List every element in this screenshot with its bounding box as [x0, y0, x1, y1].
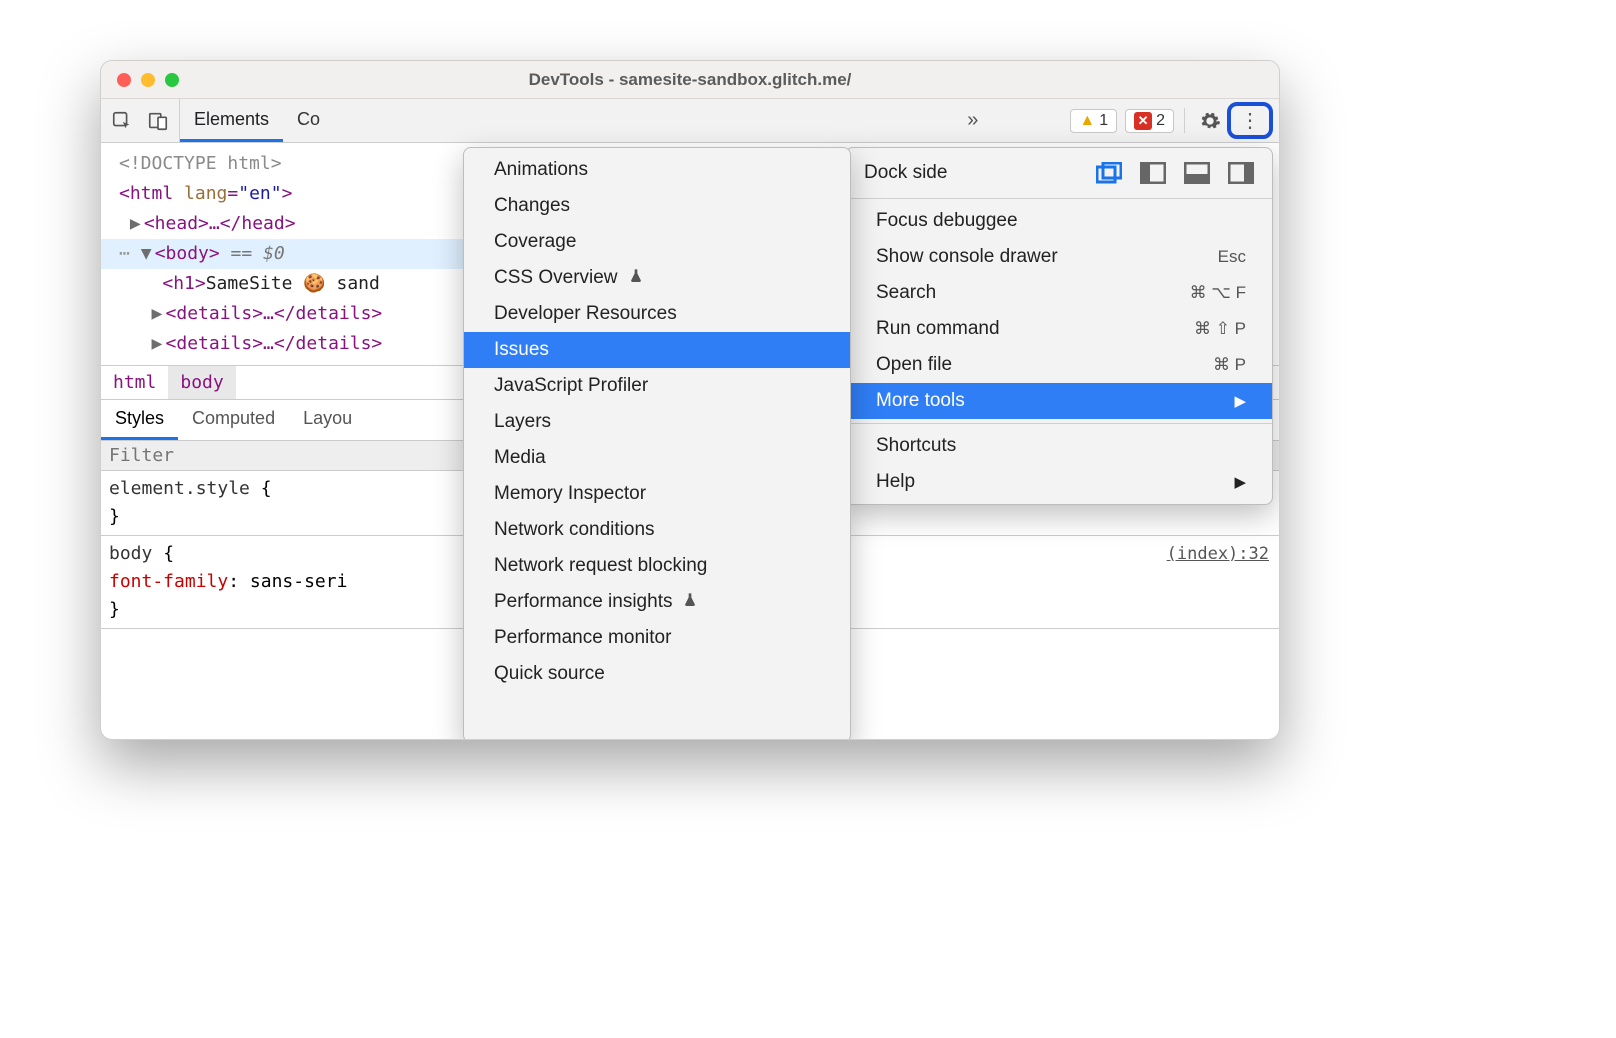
tab-layout-truncated[interactable]: Layou	[289, 400, 366, 440]
menu-item-shortcuts[interactable]: Shortcuts	[846, 428, 1272, 464]
submenu-item-animations[interactable]: Animations	[464, 152, 850, 188]
more-tools-submenu: Animations Changes Coverage CSS Overview Dev…	[463, 147, 851, 740]
main-menu-popup: Dock side Focus debuggee Show console dra…	[845, 147, 1273, 505]
crumb-body[interactable]: body	[168, 366, 235, 399]
menu-shortcut: ⌘ ⌥ F	[1190, 283, 1246, 303]
dock-bottom-icon[interactable]	[1184, 162, 1210, 184]
devtools-window: DevTools - samesite-sandbox.glitch.me/ E…	[100, 60, 1280, 740]
menu-item-show-console-drawer[interactable]: Show console drawer Esc	[846, 239, 1272, 275]
submenu-item-memory-inspector[interactable]: Memory Inspector	[464, 476, 850, 512]
tab-styles[interactable]: Styles	[101, 400, 178, 440]
error-icon: ✕	[1134, 112, 1152, 130]
submenu-item-label: Quick source	[494, 663, 605, 685]
kebab-menu-icon[interactable]: ⋮	[1235, 108, 1265, 133]
submenu-item-label: Network conditions	[494, 519, 655, 541]
submenu-item-label: CSS Overview	[494, 267, 618, 289]
menu-item-run-command[interactable]: Run command ⌘ ⇧ P	[846, 311, 1272, 347]
menu-item-label: More tools	[876, 390, 965, 412]
traffic-lights	[101, 73, 179, 87]
dock-undock-icon[interactable]	[1096, 162, 1122, 184]
warning-icon: ▲	[1079, 112, 1095, 130]
submenu-arrow-icon: ▶	[1234, 392, 1246, 410]
tab-elements[interactable]: Elements	[180, 99, 283, 142]
menu-item-more-tools[interactable]: More tools ▶	[846, 383, 1272, 419]
menu-shortcut: ⌘ P	[1213, 355, 1246, 375]
flask-icon	[628, 268, 644, 289]
tab-console-truncated[interactable]: Co	[283, 99, 334, 142]
submenu-item-label: Layers	[494, 411, 551, 433]
close-window-button[interactable]	[117, 73, 131, 87]
submenu-item-label: Performance insights	[494, 591, 672, 613]
flask-icon	[682, 592, 698, 613]
crumb-html[interactable]: html	[101, 366, 168, 399]
tab-computed[interactable]: Computed	[178, 400, 289, 440]
submenu-item-label: Developer Resources	[494, 303, 677, 325]
submenu-item-label: JavaScript Profiler	[494, 375, 648, 397]
submenu-item-label: Performance monitor	[494, 627, 671, 649]
titlebar: DevTools - samesite-sandbox.glitch.me/	[101, 61, 1279, 99]
submenu-item-issues[interactable]: Issues	[464, 332, 850, 368]
menu-item-label: Run command	[876, 318, 1000, 340]
device-toggle-icon[interactable]	[147, 110, 169, 132]
panel-tabs: Elements Co	[180, 99, 334, 142]
menu-shortcut: ⌘ ⇧ P	[1194, 319, 1246, 339]
submenu-item-network-conditions[interactable]: Network conditions	[464, 512, 850, 548]
submenu-item-javascript-profiler[interactable]: JavaScript Profiler	[464, 368, 850, 404]
window-title: DevTools - samesite-sandbox.glitch.me/	[101, 70, 1279, 90]
submenu-item-network-request-blocking[interactable]: Network request blocking	[464, 548, 850, 584]
devtools-toolbar: Elements Co » ▲ 1 ✕ 2 ⋮	[101, 99, 1279, 143]
submenu-item-css-overview[interactable]: CSS Overview	[464, 260, 850, 296]
submenu-item-label: Media	[494, 447, 546, 469]
submenu-item-media[interactable]: Media	[464, 440, 850, 476]
menu-shortcut: Esc	[1218, 247, 1246, 267]
inspect-element-icon[interactable]	[111, 110, 133, 132]
menu-item-label: Focus debuggee	[876, 210, 1018, 232]
menu-item-label: Search	[876, 282, 936, 304]
submenu-item-label: Animations	[494, 159, 588, 181]
warnings-badge[interactable]: ▲ 1	[1070, 109, 1117, 133]
menu-item-label: Show console drawer	[876, 246, 1058, 268]
menu-item-focus-debuggee[interactable]: Focus debuggee	[846, 203, 1272, 239]
submenu-item-label: Issues	[494, 339, 549, 361]
submenu-item-label: Changes	[494, 195, 570, 217]
submenu-item-label: Memory Inspector	[494, 483, 646, 505]
settings-gear-icon[interactable]	[1195, 110, 1225, 132]
dock-left-icon[interactable]	[1140, 162, 1166, 184]
submenu-item-developer-resources[interactable]: Developer Resources	[464, 296, 850, 332]
minimize-window-button[interactable]	[141, 73, 155, 87]
submenu-item-label: Network request blocking	[494, 555, 707, 577]
menu-item-label: Shortcuts	[876, 435, 956, 457]
submenu-item-layers[interactable]: Layers	[464, 404, 850, 440]
errors-badge[interactable]: ✕ 2	[1125, 109, 1174, 133]
more-tabs-chevron[interactable]: »	[959, 109, 986, 132]
dock-right-icon[interactable]	[1228, 162, 1254, 184]
submenu-item-label: Coverage	[494, 231, 576, 253]
submenu-item-changes[interactable]: Changes	[464, 188, 850, 224]
menu-item-open-file[interactable]: Open file ⌘ P	[846, 347, 1272, 383]
main-menu-button-highlight: ⋮	[1227, 102, 1273, 139]
submenu-item-performance-monitor[interactable]: Performance monitor	[464, 620, 850, 656]
dock-side-label: Dock side	[864, 162, 947, 184]
submenu-item-coverage[interactable]: Coverage	[464, 224, 850, 260]
css-source-link[interactable]: (index):32	[1167, 540, 1269, 568]
submenu-item-performance-insights[interactable]: Performance insights	[464, 584, 850, 620]
menu-item-label: Open file	[876, 354, 952, 376]
submenu-item-quick-source[interactable]: Quick source	[464, 656, 850, 692]
dock-side-row: Dock side	[846, 152, 1272, 194]
zoom-window-button[interactable]	[165, 73, 179, 87]
menu-item-help[interactable]: Help ▶	[846, 464, 1272, 500]
submenu-arrow-icon: ▶	[1234, 473, 1246, 491]
menu-item-search[interactable]: Search ⌘ ⌥ F	[846, 275, 1272, 311]
menu-item-label: Help	[876, 471, 915, 493]
